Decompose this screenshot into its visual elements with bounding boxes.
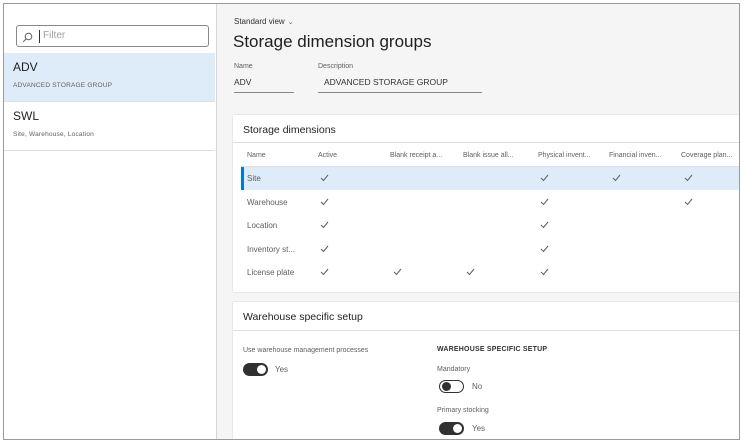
- checkmark-icon[interactable]: [538, 242, 551, 255]
- view-name: Standard view: [234, 17, 285, 26]
- checkmark-icon[interactable]: [318, 242, 331, 255]
- description-label: Description: [318, 63, 354, 70]
- checkmark-icon[interactable]: [682, 195, 695, 208]
- storage-dimensions-card: Storage dimensions Name Active Blank rec…: [233, 115, 739, 292]
- mandatory-label: Mandatory: [437, 366, 471, 373]
- primary-stocking-value: Yes: [472, 424, 486, 433]
- view-selector[interactable]: Standard view ⌄: [234, 17, 294, 26]
- use-wmp-value: Yes: [275, 365, 289, 374]
- use-wmp-toggle[interactable]: [243, 363, 268, 376]
- row-name-cell: Site: [247, 174, 261, 183]
- card-divider: [233, 142, 739, 143]
- details-pane: Standard view ⌄ Storage dimension groups …: [217, 4, 739, 439]
- app-frame: Filter ADV ADVANCED STORAGE GROUP SWL Si…: [3, 3, 740, 440]
- checkmark-icon[interactable]: [464, 265, 477, 278]
- table-row[interactable]: License plate: [241, 261, 739, 284]
- primary-stocking-label: Primary stocking: [437, 407, 489, 414]
- toggle-knob: [442, 382, 451, 391]
- list-item-name: ADV: [13, 60, 38, 74]
- checkmark-icon[interactable]: [538, 195, 551, 208]
- toggle-knob: [257, 365, 266, 374]
- list-item-description: Site, Warehouse, Location: [13, 131, 94, 138]
- list-divider: [4, 150, 215, 151]
- list-item-swl[interactable]: SWL Site, Warehouse, Location: [4, 102, 215, 150]
- warehouse-setup-title: Warehouse specific setup: [243, 311, 363, 323]
- checkmark-icon[interactable]: [391, 265, 404, 278]
- row-name-cell: Warehouse: [247, 197, 288, 207]
- checkmark-icon[interactable]: [318, 265, 331, 278]
- mandatory-value: No: [472, 382, 483, 391]
- chevron-down-icon: ⌄: [287, 19, 294, 26]
- checkmark-icon[interactable]: [318, 195, 331, 208]
- primary-stocking-toggle[interactable]: [439, 422, 464, 435]
- checkmark-icon[interactable]: [538, 218, 551, 231]
- list-item-adv[interactable]: ADV ADVANCED STORAGE GROUP: [4, 53, 215, 101]
- selected-row-indicator: [241, 167, 244, 190]
- storage-dimensions-title: Storage dimensions: [243, 124, 336, 136]
- warehouse-specific-section-label: WAREHOUSE SPECIFIC SETUP: [437, 346, 548, 353]
- description-field[interactable]: ADVANCED STORAGE GROUP: [318, 77, 482, 93]
- list-item-description: ADVANCED STORAGE GROUP: [13, 82, 113, 89]
- checkmark-icon[interactable]: [682, 171, 695, 184]
- toggle-knob: [453, 424, 462, 433]
- card-divider: [233, 330, 739, 331]
- checkmark-icon[interactable]: [610, 171, 623, 184]
- col-header-active[interactable]: Active: [318, 152, 337, 159]
- name-field[interactable]: ADV: [234, 77, 294, 93]
- text-cursor: [39, 30, 40, 43]
- warehouse-setup-card: Warehouse specific setup Use warehouse m…: [233, 302, 739, 439]
- col-header-financial-inventory[interactable]: Financial inven...: [609, 152, 662, 159]
- checkmark-icon[interactable]: [318, 171, 331, 184]
- list-pane: Filter ADV ADVANCED STORAGE GROUP SWL Si…: [4, 4, 217, 439]
- use-wmp-label: Use warehouse management processes: [243, 347, 369, 354]
- filter-input[interactable]: Filter: [16, 25, 209, 47]
- table-row[interactable]: Inventory st...: [241, 238, 739, 261]
- filter-placeholder: Filter: [43, 30, 66, 41]
- checkmark-icon[interactable]: [318, 218, 331, 231]
- table-row[interactable]: Site: [241, 167, 739, 190]
- col-header-physical-inventory[interactable]: Physical invent...: [538, 152, 591, 159]
- col-header-coverage-plan[interactable]: Coverage plan...: [681, 152, 732, 159]
- checkmark-icon[interactable]: [538, 265, 551, 278]
- col-header-blank-issue[interactable]: Blank issue all...: [463, 152, 514, 159]
- row-name-cell: License plate: [247, 268, 295, 277]
- checkmark-icon[interactable]: [538, 171, 551, 184]
- row-name-cell: Inventory st...: [247, 244, 296, 254]
- page-title: Storage dimension groups: [233, 32, 432, 51]
- list-item-name: SWL: [13, 109, 40, 123]
- mandatory-toggle[interactable]: [439, 380, 464, 393]
- row-name-cell: Location: [247, 221, 278, 230]
- table-row[interactable]: Location: [241, 214, 739, 237]
- col-header-name[interactable]: Name: [247, 152, 266, 159]
- name-label: Name: [234, 63, 253, 70]
- search-icon: [22, 30, 33, 48]
- col-header-blank-receipt[interactable]: Blank receipt a...: [390, 152, 442, 159]
- table-row[interactable]: Warehouse: [241, 191, 739, 214]
